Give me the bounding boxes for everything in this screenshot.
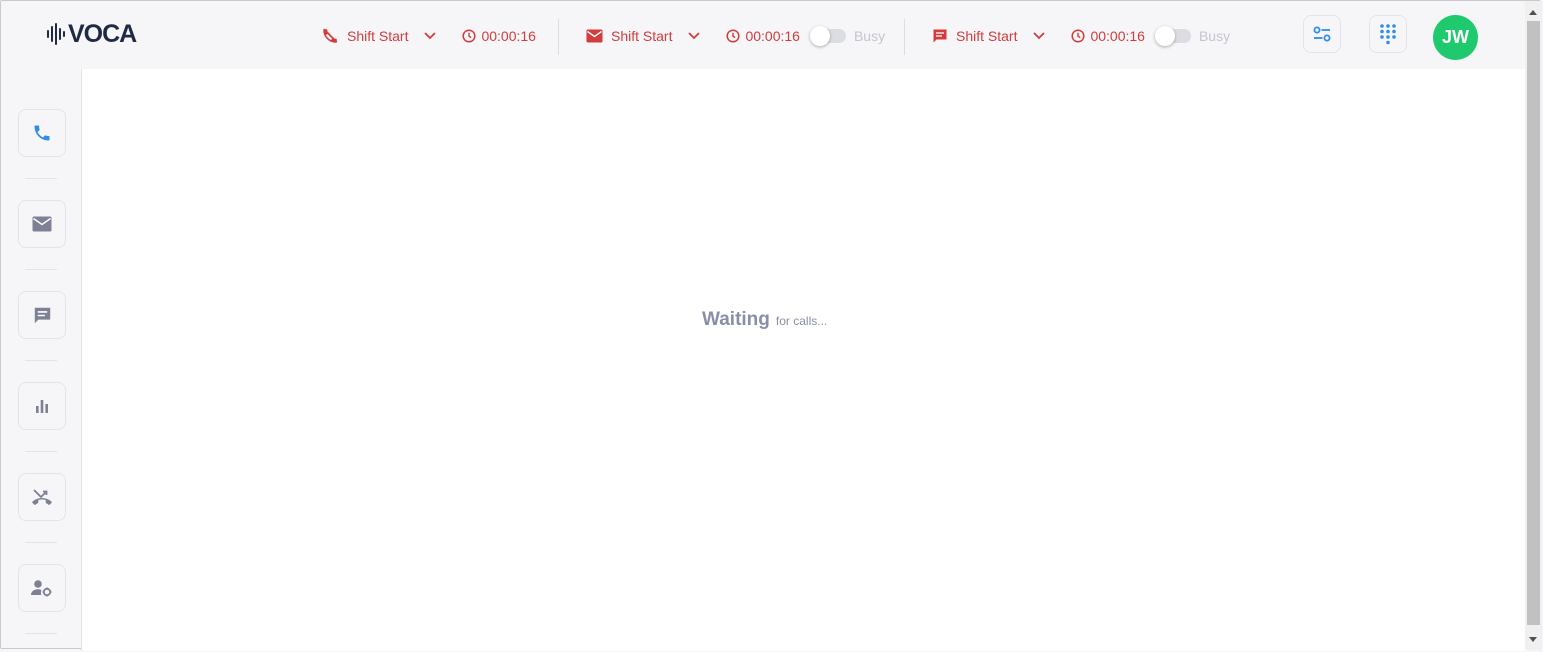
- chat-busy-switch[interactable]: [1154, 26, 1191, 46]
- email-busy-switch[interactable]: [809, 26, 846, 46]
- sidebar-item-user-settings[interactable]: [18, 564, 66, 612]
- chevron-down-icon: [1033, 32, 1046, 40]
- switch-knob: [1154, 26, 1175, 46]
- voice-channel-status: Shift Start 00:00:16: [321, 23, 536, 49]
- email-timer-value: 00:00:16: [745, 28, 800, 44]
- user-settings-icon: [31, 580, 52, 597]
- sidebar-item-missed-calls[interactable]: [18, 473, 66, 521]
- sidebar-item-chat[interactable]: [18, 291, 66, 339]
- voice-timer: 00:00:16: [462, 28, 536, 44]
- nav-separator: [25, 542, 57, 543]
- sidebar-item-calls[interactable]: [18, 109, 66, 157]
- nav-separator: [25, 633, 57, 634]
- mail-icon: [32, 216, 52, 232]
- user-avatar[interactable]: JW: [1433, 15, 1478, 60]
- chat-icon: [933, 29, 947, 43]
- main-content: Waiting for calls...: [81, 69, 1525, 651]
- nav-separator: [25, 451, 57, 452]
- sidebar-nav: [1, 69, 81, 652]
- email-busy-toggle: Busy: [809, 26, 886, 46]
- chat-timer: 00:00:16: [1071, 28, 1145, 44]
- email-status-label: Shift Start: [611, 28, 673, 44]
- sidebar-item-reports[interactable]: [18, 382, 66, 430]
- dialpad-button[interactable]: [1369, 15, 1407, 53]
- sidebar-item-email[interactable]: [18, 200, 66, 248]
- email-status-dropdown[interactable]: Shift Start: [586, 28, 701, 44]
- chat-channel-status: Shift Start 00:00:16 Busy: [932, 23, 1230, 49]
- logo-text: VOCA: [68, 20, 137, 48]
- call-off-icon: [323, 28, 338, 43]
- scroll-thumb[interactable]: [1527, 21, 1540, 625]
- chat-busy-label: Busy: [1198, 28, 1231, 44]
- chat-status-dropdown[interactable]: Shift Start: [932, 28, 1046, 44]
- mail-icon: [586, 29, 603, 43]
- divider: [558, 19, 559, 55]
- clock-icon: [462, 29, 477, 43]
- vertical-scrollbar[interactable]: [1525, 1, 1542, 650]
- switch-knob: [809, 26, 830, 46]
- bar-chart-icon: [36, 400, 48, 413]
- waiting-subtitle: for calls...: [775, 314, 828, 328]
- voice-timer-value: 00:00:16: [481, 28, 536, 44]
- chat-icon: [34, 307, 50, 323]
- email-timer: 00:00:16: [726, 28, 800, 44]
- divider: [904, 19, 905, 55]
- waiting-message: Waiting for calls...: [702, 309, 827, 331]
- email-busy-label: Busy: [853, 28, 886, 44]
- missed-call-icon: [32, 489, 52, 505]
- voca-logo: VOCA: [47, 19, 137, 49]
- app-window: VOCA Shift Start 00:00:16 Shift Start 00…: [0, 0, 1542, 652]
- nav-separator: [25, 269, 57, 270]
- voice-status-label: Shift Start: [347, 28, 409, 44]
- nav-separator: [25, 360, 57, 361]
- voice-status-dropdown[interactable]: Shift Start: [321, 27, 437, 45]
- chat-busy-toggle: Busy: [1154, 26, 1231, 46]
- scroll-down-arrow-icon[interactable]: [1529, 637, 1537, 642]
- email-channel-status: Shift Start 00:00:16 Busy: [586, 23, 885, 49]
- top-bar: VOCA Shift Start 00:00:16 Shift Start 00…: [1, 1, 1525, 69]
- logo-wave-icon: [47, 23, 65, 45]
- chevron-down-icon: [688, 32, 701, 40]
- chat-timer-value: 00:00:16: [1090, 28, 1145, 44]
- chevron-down-icon: [424, 32, 437, 40]
- clock-icon: [726, 29, 741, 43]
- waiting-title: Waiting: [702, 309, 770, 330]
- phone-icon: [34, 125, 50, 141]
- scroll-up-arrow-icon[interactable]: [1529, 10, 1537, 15]
- settings-sliders-button[interactable]: [1303, 15, 1341, 53]
- nav-separator: [25, 178, 57, 179]
- dialpad-icon: [1380, 24, 1396, 45]
- chat-status-label: Shift Start: [956, 28, 1018, 44]
- clock-icon: [1071, 29, 1086, 43]
- sliders-icon: [1313, 26, 1331, 42]
